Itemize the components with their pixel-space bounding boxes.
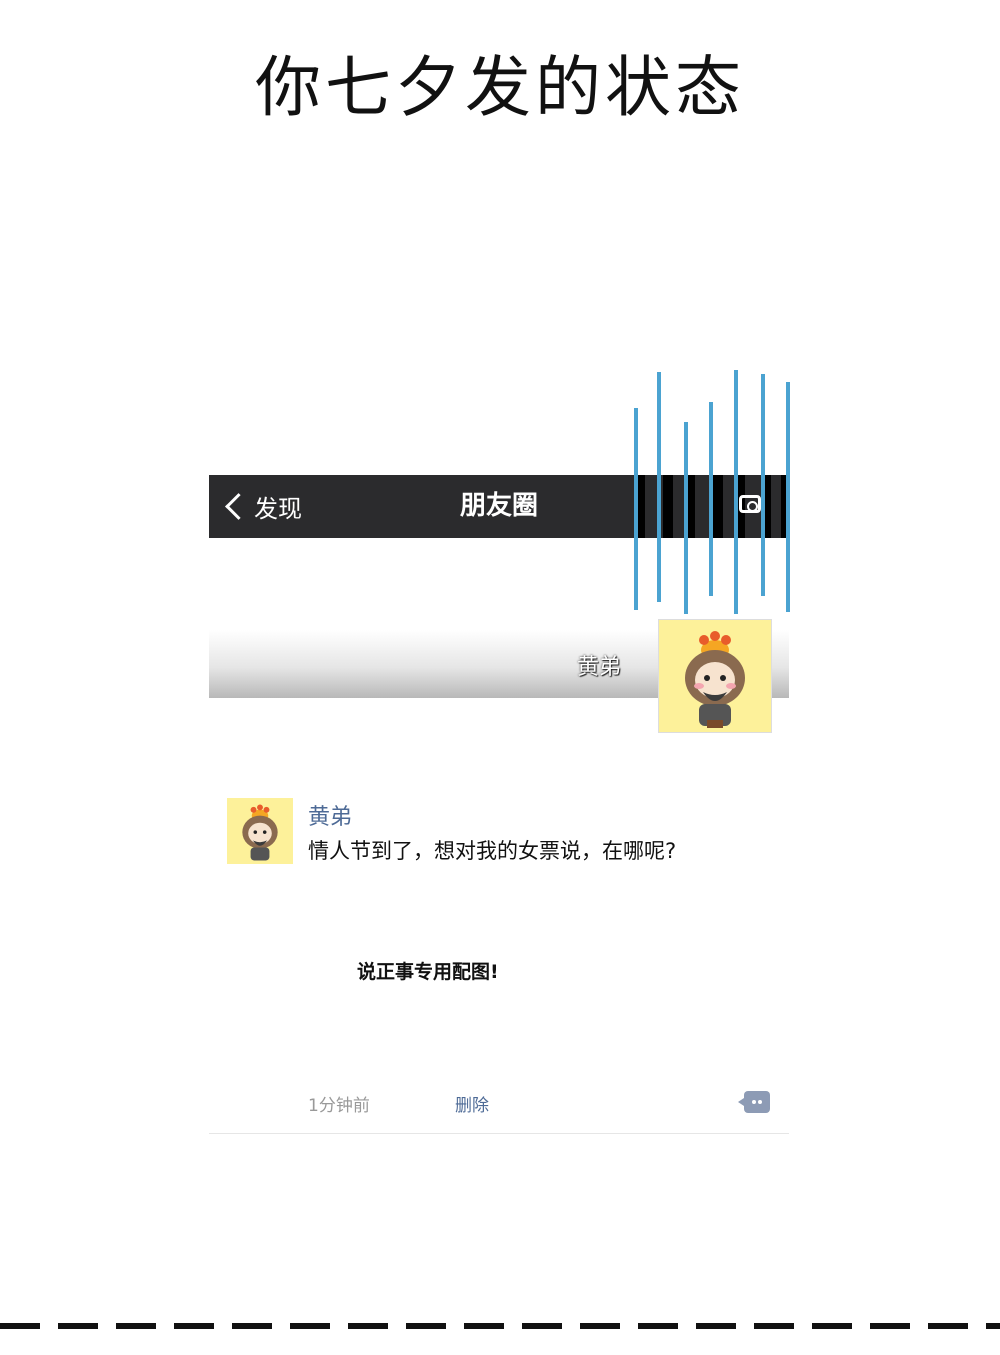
avatar-illustration — [242, 804, 278, 861]
post-image[interactable]: 说正事专用配图! — [357, 957, 499, 984]
profile-avatar[interactable] — [658, 619, 772, 733]
post-author-avatar[interactable] — [227, 798, 293, 864]
page-title: 你七夕发的状态 — [255, 49, 745, 126]
decorative-lines — [630, 368, 795, 618]
post-divider — [209, 1133, 789, 1134]
avatar-illustration — [685, 631, 745, 728]
post-author-name[interactable]: 黄弟 — [308, 799, 352, 831]
post-text: 情人节到了，想对我的女票说，在哪呢? — [308, 839, 677, 863]
delete-button[interactable]: 删除 — [455, 1091, 489, 1116]
post-time: 1分钟前 — [308, 1096, 370, 1116]
comment-icon[interactable] — [738, 1091, 770, 1113]
dashed-separator — [0, 1323, 1000, 1329]
cover-name: 黄弟 — [577, 655, 622, 680]
